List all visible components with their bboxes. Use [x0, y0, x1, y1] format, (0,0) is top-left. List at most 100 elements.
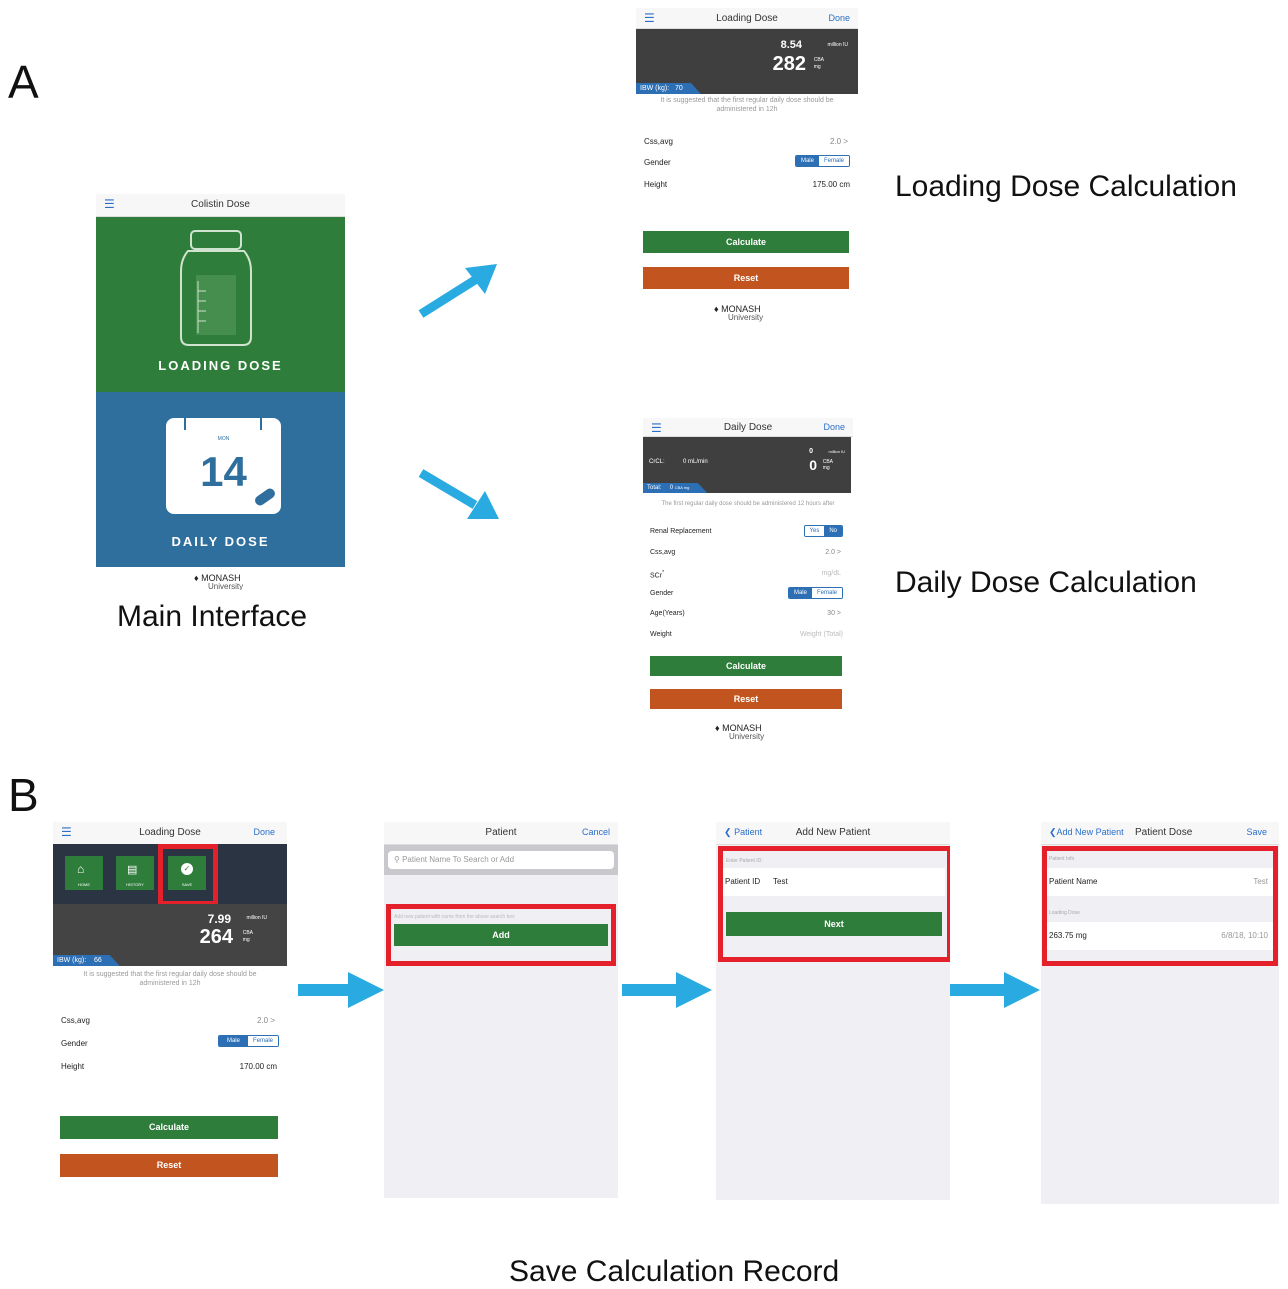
search-icon: ⚲	[394, 855, 400, 864]
result-iu: 0	[809, 448, 813, 455]
height-label: Height	[61, 1062, 85, 1071]
daily-dose-tile[interactable]: MON 14 DAILY DOSE	[96, 392, 345, 567]
result-cba: 0	[809, 457, 817, 473]
ibw-tab: IBW (kg): 70	[636, 83, 701, 94]
gender-toggle[interactable]: Male Female	[217, 1035, 279, 1047]
save-button[interactable]: Save	[1246, 827, 1267, 837]
total-tab: Total: 0 CBA mg	[643, 483, 708, 493]
save-highlight	[158, 844, 218, 906]
nav-bar: ❮ Patient Add New Patient	[716, 822, 950, 845]
shield-icon: ♦	[715, 723, 720, 733]
reset-button[interactable]: Reset	[60, 1154, 278, 1177]
result-cba: 264	[199, 926, 233, 948]
nav-title: Colistin Dose	[191, 199, 250, 210]
panel-b-letter: B	[8, 769, 39, 821]
css-label: Css,avg	[650, 549, 676, 556]
loading-dose-tile[interactable]: LOADING DOSE	[96, 217, 345, 392]
unit-iu: million IU	[827, 42, 848, 48]
back-button[interactable]: ❮Add New Patient	[1049, 827, 1124, 838]
scr-input[interactable]: mg/dL	[822, 570, 841, 577]
arrow-up-icon	[418, 264, 497, 318]
nav-bar: ☰ Colistin Dose	[96, 194, 345, 217]
panel-a-letter: A	[8, 56, 39, 108]
nav-title: Patient Dose	[1135, 827, 1193, 838]
calculate-button[interactable]: Calculate	[60, 1116, 278, 1139]
nav-title: Daily Dose	[723, 422, 773, 433]
shield-icon: ♦	[714, 304, 719, 314]
gender-toggle[interactable]: Male Female	[787, 587, 843, 599]
done-button[interactable]: Done	[253, 827, 275, 837]
home-icon: ⌂	[77, 862, 85, 876]
crcl-value: 0 mL/min	[683, 459, 708, 465]
male-option[interactable]: Male	[218, 1036, 248, 1046]
crcl-label: CrCL:	[649, 459, 665, 465]
main-interface-caption: Main Interface	[117, 600, 308, 633]
height-label: Height	[644, 180, 668, 189]
chart-icon: ▤	[127, 864, 138, 876]
no-option[interactable]: No	[824, 526, 842, 536]
reset-button[interactable]: Reset	[650, 689, 842, 709]
male-option[interactable]: Male	[788, 588, 812, 598]
result-box: 8.54 million IU 282 CBA mg IBW (kg): 70	[636, 29, 858, 94]
nav-bar: ☰ Loading Dose Done	[636, 8, 858, 29]
yes-option[interactable]: Yes	[804, 526, 825, 536]
unit-iu: million IU	[246, 915, 267, 921]
css-value[interactable]: 2.0 >	[257, 1016, 275, 1025]
female-option[interactable]: Female	[818, 156, 849, 166]
age-label: Age(Years)	[650, 610, 685, 617]
result-iu: 8.54	[780, 39, 802, 51]
css-value[interactable]: 2.0 >	[830, 137, 848, 146]
record-highlight	[1042, 846, 1278, 966]
history-label: HISTORY	[126, 882, 144, 887]
calculate-button[interactable]: Calculate	[643, 231, 849, 253]
male-option[interactable]: Male	[795, 156, 819, 166]
gender-label: Gender	[650, 590, 674, 597]
calculate-button[interactable]: Calculate	[650, 656, 842, 676]
done-button[interactable]: Done	[828, 13, 850, 23]
suggestion-note: It is suggested that the first regular d…	[660, 97, 834, 113]
shield-icon: ♦	[194, 573, 199, 583]
css-value[interactable]: 2.0 >	[825, 549, 841, 556]
reset-button[interactable]: Reset	[643, 267, 849, 289]
cancel-button[interactable]: Cancel	[582, 827, 610, 837]
main-interface-screen: ☰ Colistin Dose LOADING DOSE MON 14 DAIL…	[96, 194, 345, 590]
save-flow-screen-3: ❮ Patient Add New Patient Enter Patient …	[716, 822, 950, 1200]
weight-input[interactable]: Weight (Total)	[800, 631, 843, 638]
save-flow-screen-2: Patient Cancel ⚲ Patient Name To Search …	[384, 822, 618, 1198]
female-option[interactable]: Female	[247, 1036, 278, 1046]
chevron-left-icon: ❮	[1049, 827, 1057, 837]
height-value[interactable]: 170.00 cm	[240, 1062, 277, 1071]
nav-title: Add New Patient	[795, 827, 871, 838]
save-flow-screen-4: ❮Add New Patient Patient Dose Save Patie…	[1041, 822, 1279, 1204]
next-highlight	[718, 846, 950, 962]
calendar-number: 14	[200, 448, 247, 495]
save-flow-screen-1: ☰ Loading Dose Done ⌂ HOME ▤ HISTORY ✓ S…	[53, 822, 287, 1182]
age-value[interactable]: 30 >	[827, 610, 841, 617]
result-box: CrCL: 0 mL/min 0 million IU 0 CBA mg Tota…	[643, 437, 851, 493]
arrow-right-icon	[622, 972, 712, 1008]
home-label: HOME	[78, 882, 90, 887]
renal-toggle[interactable]: Yes No	[803, 525, 843, 537]
result-iu: 7.99	[207, 912, 231, 926]
gender-label: Gender	[644, 158, 671, 167]
suggestion-note: The first regular daily dose should be a…	[661, 501, 835, 507]
female-option[interactable]: Female	[811, 588, 842, 598]
arrow-right-icon	[298, 972, 384, 1008]
arrow-right-icon	[950, 972, 1040, 1008]
search-input[interactable]: ⚲ Patient Name To Search or Add	[388, 851, 614, 869]
home-tile[interactable]: ⌂ HOME	[65, 856, 103, 890]
history-tile[interactable]: ▤ HISTORY	[116, 856, 154, 890]
daily-dose-screen: ☰ Daily Dose Done CrCL: 0 mL/min 0 milli…	[643, 418, 853, 748]
nav-bar: Patient Cancel	[384, 822, 618, 845]
nav-bar: ☰ Loading Dose Done	[53, 822, 287, 845]
nav-title: Loading Dose	[139, 827, 201, 838]
result-box: 7.99 million IU 264 CBA mg IBW (kg): 66	[53, 904, 287, 966]
height-value[interactable]: 175.00 cm	[813, 180, 850, 189]
nav-title: Loading Dose	[716, 13, 778, 24]
gender-toggle[interactable]: Male Female	[794, 155, 850, 167]
monash-logo: ♦ MONASH University	[194, 573, 244, 591]
jar-icon	[180, 230, 252, 346]
renal-label: Renal Replacement	[650, 528, 712, 535]
daily-dose-caption: Daily Dose Calculation	[895, 566, 1197, 599]
done-button[interactable]: Done	[823, 422, 845, 432]
